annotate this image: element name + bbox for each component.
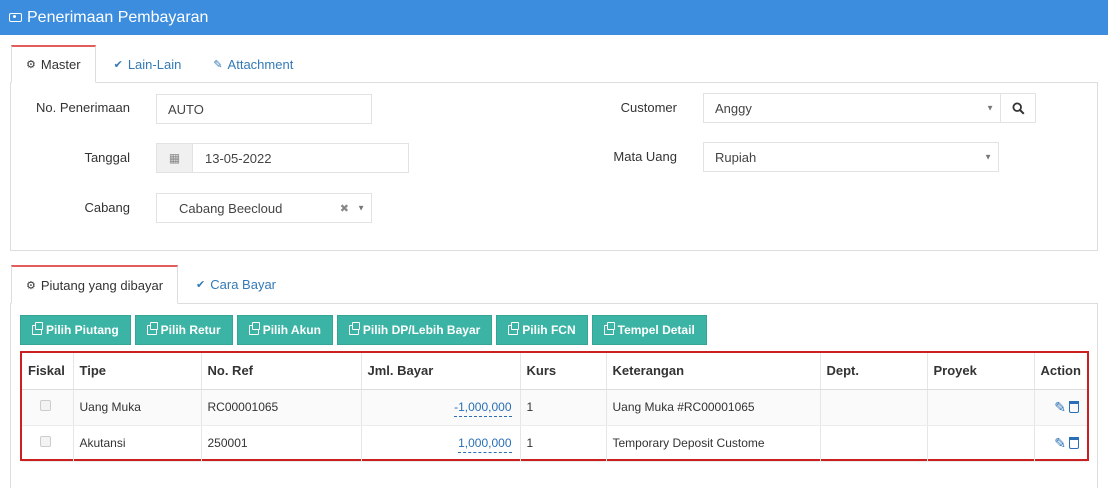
- table-row: Akutansi 250001 1,000,000 1 Temporary De…: [22, 425, 1087, 462]
- table-row: Uang Muka RC00001065 -1,000,000 1 Uang M…: [22, 389, 1087, 426]
- kurs-cell: 1: [520, 389, 607, 426]
- pilih-retur-button[interactable]: Pilih Retur: [134, 315, 233, 345]
- tanggal-field[interactable]: ▦ 13-05-2022: [156, 143, 409, 173]
- top-tabs: ⚙ Master ✔ Lain-Lain ✎ Attachment: [11, 45, 307, 83]
- pilih-akun-button[interactable]: Pilih Akun: [236, 315, 333, 345]
- dept-cell: [820, 425, 928, 462]
- proyek-cell: [927, 425, 1035, 462]
- paperclip-icon: ✎: [213, 58, 223, 71]
- copy-icon: [248, 322, 260, 335]
- action-cell: ✎: [1034, 425, 1087, 462]
- chevron-down-icon: ▼: [986, 103, 994, 113]
- detail-table-container: Fiskal Tipe No. Ref Jml. Bayar Kurs Kete…: [20, 351, 1089, 462]
- table-header-row: Fiskal Tipe No. Ref Jml. Bayar Kurs Kete…: [22, 353, 1087, 390]
- jml-bayar-cell: 1,000,000: [361, 425, 521, 462]
- check-circle-icon: ✔: [113, 58, 123, 71]
- mata-uang-label: Mata Uang: [613, 149, 677, 164]
- customer-select[interactable]: Anggy ▼: [703, 93, 1001, 123]
- gears-icon: ⚙: [26, 59, 36, 71]
- jml-bayar-editable[interactable]: -1,000,000: [454, 400, 512, 417]
- edit-icon[interactable]: ✎: [1054, 399, 1066, 416]
- dept-cell: [820, 389, 928, 426]
- tab-attachment[interactable]: ✎ Attachment: [195, 45, 307, 83]
- no-penerimaan-field[interactable]: AUTO: [156, 94, 372, 124]
- col-fiskal: Fiskal: [22, 353, 74, 390]
- fiskal-checkbox[interactable]: [40, 400, 51, 411]
- action-cell: ✎: [1034, 389, 1087, 426]
- chevron-down-icon: ▼: [357, 203, 365, 213]
- money-icon: [9, 13, 22, 22]
- jml-bayar-editable[interactable]: 1,000,000: [458, 436, 512, 453]
- proyek-cell: [927, 389, 1035, 426]
- col-jml-bayar: Jml. Bayar: [361, 353, 521, 390]
- check-circle-icon: ✔: [196, 278, 206, 291]
- col-dept: Dept.: [820, 353, 928, 390]
- keterangan-cell: Uang Muka #RC00001065: [606, 389, 821, 426]
- trash-icon[interactable]: [1069, 400, 1079, 413]
- no-ref-cell: 250001: [201, 425, 362, 462]
- copy-icon: [146, 322, 158, 335]
- customer-label: Customer: [620, 100, 677, 115]
- no-penerimaan-label: No. Penerimaan: [36, 100, 130, 115]
- detail-tabs: ⚙ Piutang yang dibayar ✔ Cara Bayar: [11, 265, 290, 304]
- col-action: Action: [1034, 353, 1087, 390]
- tab-cara-bayar[interactable]: ✔ Cara Bayar: [178, 265, 290, 303]
- detail-toolbar: Pilih Piutang Pilih Retur Pilih Akun Pil…: [20, 315, 707, 345]
- pilih-dp-lebih-bayar-button[interactable]: Pilih DP/Lebih Bayar: [336, 315, 493, 345]
- trash-icon[interactable]: [1069, 436, 1079, 449]
- detail-table: Fiskal Tipe No. Ref Jml. Bayar Kurs Kete…: [22, 353, 1087, 462]
- tipe-cell: Akutansi: [73, 425, 202, 462]
- search-icon: [1011, 101, 1025, 115]
- mata-uang-select[interactable]: Rupiah ▼: [703, 142, 999, 172]
- cabang-select[interactable]: Cabang Beecloud ✖ ▼: [156, 193, 372, 223]
- kurs-cell: 1: [520, 425, 607, 462]
- copy-icon: [348, 322, 360, 335]
- chevron-down-icon: ▼: [984, 152, 992, 162]
- col-no-ref: No. Ref: [201, 353, 362, 390]
- clear-icon[interactable]: ✖: [340, 202, 349, 215]
- gears-icon: ⚙: [26, 279, 36, 292]
- cabang-label: Cabang: [84, 200, 130, 215]
- jml-bayar-cell: -1,000,000: [361, 389, 521, 426]
- tab-piutang-yang-dibayar[interactable]: ⚙ Piutang yang dibayar: [11, 265, 179, 304]
- window-title: Penerimaan Pembayaran: [27, 8, 209, 26]
- col-tipe: Tipe: [73, 353, 202, 390]
- edit-icon[interactable]: ✎: [1054, 435, 1066, 452]
- calendar-icon[interactable]: ▦: [157, 144, 193, 172]
- pilih-fcn-button[interactable]: Pilih FCN: [496, 315, 588, 345]
- window-titlebar: Penerimaan Pembayaran: [0, 0, 1108, 35]
- tab-master[interactable]: ⚙ Master: [11, 45, 96, 83]
- copy-icon: [508, 322, 520, 335]
- col-kurs: Kurs: [520, 353, 607, 390]
- no-ref-cell: RC00001065: [201, 389, 362, 426]
- col-proyek: Proyek: [927, 353, 1035, 390]
- paste-icon: [603, 322, 615, 335]
- col-keterangan: Keterangan: [606, 353, 821, 390]
- tempel-detail-button[interactable]: Tempel Detail: [591, 315, 707, 345]
- tanggal-label: Tanggal: [84, 150, 130, 165]
- tab-lain-lain[interactable]: ✔ Lain-Lain: [96, 45, 196, 83]
- customer-search-button[interactable]: [1000, 93, 1036, 123]
- copy-icon: [32, 322, 43, 335]
- pilih-piutang-button[interactable]: Pilih Piutang: [20, 315, 131, 345]
- keterangan-cell: Temporary Deposit Custome: [606, 425, 821, 462]
- fiskal-checkbox[interactable]: [40, 436, 51, 447]
- fiskal-cell: [22, 389, 74, 426]
- tipe-cell: Uang Muka: [73, 389, 202, 426]
- fiskal-cell: [22, 425, 74, 462]
